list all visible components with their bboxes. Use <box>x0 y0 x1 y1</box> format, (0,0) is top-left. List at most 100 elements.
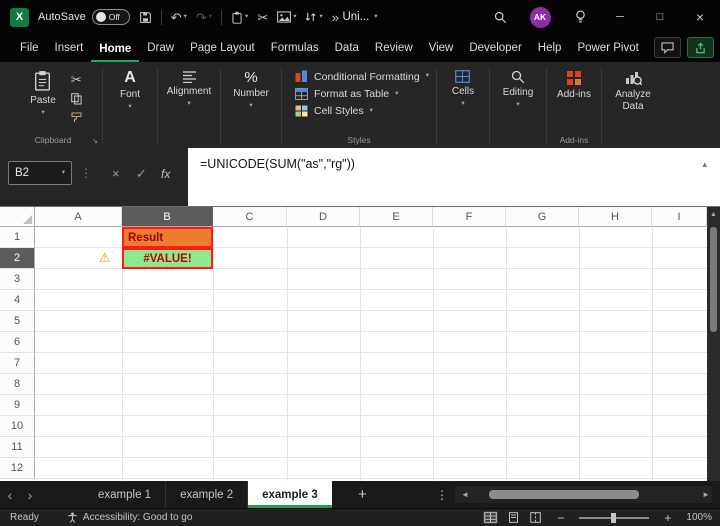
avatar[interactable]: AK <box>529 6 551 28</box>
qat-picture-button[interactable]: ▾ <box>277 11 296 23</box>
row-header-2[interactable]: 2 <box>0 248 35 269</box>
select-all-button[interactable] <box>0 207 35 227</box>
qat-overflow-button[interactable]: » <box>332 11 339 24</box>
menu-tab-developer[interactable]: Developer <box>461 42 529 62</box>
row-header-8[interactable]: 8 <box>0 374 35 395</box>
qat-cut-button[interactable]: ✂ <box>257 11 268 24</box>
error-checking-button[interactable]: ⚠ <box>93 250 117 265</box>
formula-input[interactable]: =UNICODE(SUM("as","rg")) <box>188 148 720 206</box>
font-button[interactable]: A Font ▾ <box>114 62 146 148</box>
menu-tab-formulas[interactable]: Formulas <box>263 42 327 62</box>
cancel-entry-button[interactable]: × <box>106 165 126 182</box>
sheet-tab-example-2[interactable]: example 2 <box>166 481 249 508</box>
status-bar: Ready Accessibility: Good to go − + 100% <box>0 508 720 526</box>
column-header-i[interactable]: I <box>652 207 707 227</box>
row-header-7[interactable]: 7 <box>0 353 35 374</box>
redo-button[interactable]: ↷ ▾ <box>196 11 212 24</box>
number-button[interactable]: % Number ▾ <box>227 62 275 148</box>
minimize-button[interactable]: ─ <box>600 0 640 34</box>
autosave-toggle[interactable]: Off <box>91 9 130 25</box>
scroll-left-button[interactable]: ◄ <box>455 489 471 500</box>
name-box[interactable]: B2 ▾ <box>8 161 72 185</box>
search-button[interactable] <box>480 0 520 34</box>
zoom-level[interactable]: 100% <box>686 512 712 523</box>
accessibility-status[interactable]: Accessibility: Good to go <box>67 512 192 523</box>
sheet-nav-right-button[interactable]: › <box>20 481 40 508</box>
cell-b2-active[interactable]: #VALUE! <box>122 248 213 269</box>
cut-button[interactable]: ✂ <box>71 73 82 86</box>
page-break-view-button[interactable] <box>529 511 542 524</box>
document-name-dropdown[interactable]: Uni... ▾ <box>342 11 377 23</box>
menu-tab-power-pivot[interactable]: Power Pivot <box>569 42 646 62</box>
comments-button[interactable] <box>654 37 681 58</box>
sheet-tab-example-1[interactable]: example 1 <box>84 481 167 508</box>
undo-button[interactable]: ↶ ▾ <box>171 11 187 24</box>
sheet-tab-example-3[interactable]: example 3 <box>248 481 332 508</box>
page-layout-view-button[interactable] <box>507 511 520 524</box>
conditional-formatting-button[interactable]: Conditional Formatting ▾ <box>295 70 429 83</box>
copy-button[interactable] <box>70 93 82 105</box>
column-header-a[interactable]: A <box>35 207 122 227</box>
cells-button[interactable]: Cells ▾ <box>446 62 480 148</box>
qat-sort-button[interactable]: ▾ <box>305 11 323 23</box>
sheet-list-button[interactable]: ⋮ <box>430 481 454 508</box>
scroll-up-icon[interactable]: ▲ <box>707 211 720 218</box>
menu-tab-data[interactable]: Data <box>327 42 367 62</box>
row-header-4[interactable]: 4 <box>0 290 35 311</box>
column-header-g[interactable]: G <box>506 207 579 227</box>
menu-tab-page-layout[interactable]: Page Layout <box>182 42 263 62</box>
share-button[interactable] <box>687 37 714 58</box>
cell-b1[interactable]: Result <box>122 227 213 248</box>
row-header-11[interactable]: 11 <box>0 437 35 458</box>
zoom-slider[interactable] <box>579 512 650 523</box>
zoom-in-button[interactable]: + <box>658 511 677 525</box>
menu-tab-view[interactable]: View <box>421 42 462 62</box>
formula-bar-drag-dots-icon[interactable]: ⋮ <box>80 166 92 180</box>
row-header-12[interactable]: 12 <box>0 458 35 479</box>
alignment-button[interactable]: Alignment ▾ <box>161 62 217 148</box>
zoom-out-button[interactable]: − <box>551 511 570 525</box>
column-header-h[interactable]: H <box>579 207 652 227</box>
close-button[interactable]: × <box>680 0 720 34</box>
enter-entry-button[interactable]: ✓ <box>130 165 153 183</box>
menu-tab-insert[interactable]: Insert <box>47 42 92 62</box>
horizontal-scrollbar[interactable]: ◄ ► <box>455 486 712 503</box>
row-header-10[interactable]: 10 <box>0 416 35 437</box>
normal-view-button[interactable] <box>483 511 499 524</box>
format-painter-button[interactable] <box>71 112 82 123</box>
ideas-button[interactable] <box>560 0 600 34</box>
scroll-right-button[interactable]: ► <box>696 489 712 500</box>
maximize-button[interactable]: □ <box>640 0 680 34</box>
insert-function-button[interactable]: fx <box>155 166 176 182</box>
column-header-d[interactable]: D <box>287 207 360 227</box>
cell-styles-button[interactable]: Cell Styles ▾ <box>295 105 429 117</box>
column-header-c[interactable]: C <box>213 207 287 227</box>
horizontal-scrollbar-thumb[interactable] <box>489 490 639 499</box>
row-header-9[interactable]: 9 <box>0 395 35 416</box>
menu-tab-draw[interactable]: Draw <box>139 42 182 62</box>
zoom-slider-thumb[interactable] <box>611 512 617 523</box>
menu-tab-file[interactable]: File <box>12 42 47 62</box>
row-header-5[interactable]: 5 <box>0 311 35 332</box>
collapse-formula-bar-button[interactable]: ▴ <box>696 158 713 171</box>
analyze-data-button[interactable]: Analyze Data <box>604 62 662 148</box>
column-header-f[interactable]: F <box>433 207 506 227</box>
column-header-e[interactable]: E <box>360 207 433 227</box>
row-header-1[interactable]: 1 <box>0 227 35 248</box>
format-as-table-button[interactable]: Format as Table ▾ <box>295 88 429 100</box>
sheet-nav-left-button[interactable]: ‹ <box>0 481 20 508</box>
horizontal-scrollbar-track[interactable] <box>471 486 696 503</box>
column-header-b[interactable]: B <box>122 207 213 227</box>
vertical-scrollbar-thumb[interactable] <box>710 227 717 332</box>
menu-tab-help[interactable]: Help <box>530 42 570 62</box>
row-header-6[interactable]: 6 <box>0 332 35 353</box>
clipboard-dialog-launcher-icon[interactable]: ↘ <box>92 137 98 145</box>
menu-tab-home[interactable]: Home <box>91 43 140 62</box>
editing-button[interactable]: Editing ▾ <box>497 62 540 148</box>
qat-paste-button[interactable]: ▾ <box>231 11 248 24</box>
row-header-3[interactable]: 3 <box>0 269 35 290</box>
save-button[interactable] <box>139 11 152 24</box>
vertical-scrollbar[interactable]: ▲ <box>707 206 720 481</box>
menu-tab-review[interactable]: Review <box>367 42 421 62</box>
new-sheet-button[interactable]: + <box>352 481 373 508</box>
